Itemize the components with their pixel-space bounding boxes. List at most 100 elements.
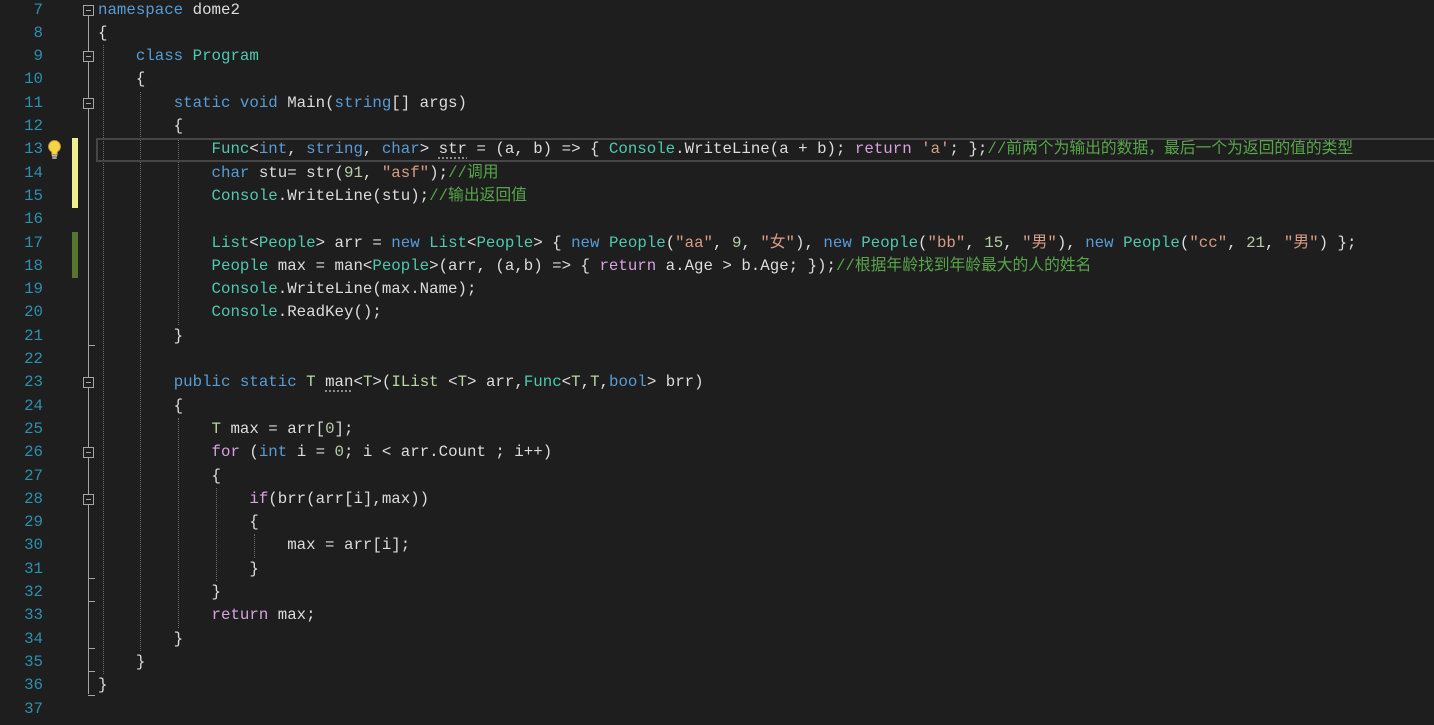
code-line[interactable] — [98, 208, 1434, 231]
code-line[interactable]: } — [98, 581, 1434, 604]
code-text-token: < — [249, 140, 259, 159]
control-keyword-token: return — [854, 140, 912, 159]
code-line[interactable]: T max = arr[0]; — [98, 418, 1434, 441]
keyword-token: namespace — [98, 0, 184, 19]
code-text-token: { — [98, 70, 146, 89]
code-editor[interactable]: 7 8 9 10 11 12 13 14 15 16 17 18 19 20 21 22 23 24 25 26 27 2… — [0, 0, 1434, 725]
type-name-token: List — [429, 233, 467, 252]
code-text-token: , — [1227, 233, 1247, 252]
string-literal-token: "男" — [1022, 233, 1057, 252]
string-literal-token: 'a' — [921, 140, 950, 159]
code-text-token: , — [580, 373, 591, 392]
type-name-token: People — [372, 256, 430, 275]
type-name-token: People — [1123, 233, 1180, 252]
code-line[interactable]: if(brr(arr[i],max)) — [98, 488, 1434, 511]
string-literal-token: "asf" — [381, 163, 430, 182]
type-name-token: Func — [211, 140, 250, 159]
code-text-token: { — [98, 117, 184, 135]
code-text-token: >( — [372, 373, 392, 392]
keyword-token: class — [135, 47, 184, 66]
code-line[interactable]: class Program — [98, 45, 1434, 68]
keyword-token: new — [571, 233, 600, 252]
type-name-token: Console — [211, 280, 278, 299]
code-line[interactable]: Console.WriteLine(stu);//输出返回值 — [98, 185, 1434, 208]
code-line[interactable]: People max = man<People>(arr, (a,b) => {… — [98, 255, 1434, 278]
code-text-token: , — [362, 140, 382, 159]
number-literal-token: 0 — [325, 419, 335, 438]
code-line[interactable] — [98, 348, 1434, 371]
code-area[interactable]: namespace dome2{ class Program { static … — [0, 0, 1434, 725]
code-line[interactable]: } — [98, 325, 1434, 348]
code-line[interactable] — [98, 698, 1434, 721]
code-line[interactable]: } — [98, 558, 1434, 581]
code-line[interactable]: Func<int, string, char> str = (a, b) => … — [98, 138, 1434, 161]
code-text-token: (brr(arr[i],max)) — [268, 489, 430, 508]
type-parameter-token: T — [590, 373, 600, 392]
code-line[interactable]: } — [98, 651, 1434, 674]
keyword-token: int — [258, 140, 288, 159]
code-text-token: ( — [665, 233, 676, 252]
code-text-token: < — [249, 233, 259, 252]
code-line[interactable]: { — [98, 68, 1434, 91]
comment-token: //输出返回值 — [429, 186, 527, 205]
code-text-token: { — [98, 466, 221, 485]
type-parameter-token: T — [571, 373, 581, 392]
code-text-token: , — [1265, 233, 1284, 252]
code-line[interactable]: return max; — [98, 604, 1434, 627]
type-parameter-token: IList — [391, 373, 439, 392]
code-line[interactable]: namespace dome2 — [98, 0, 1434, 22]
code-text-token: , — [1003, 233, 1023, 252]
code-text-token: { — [98, 396, 184, 415]
control-keyword-token: return — [599, 256, 657, 275]
code-text-token: ), — [1056, 233, 1086, 252]
code-line[interactable]: char stu= str(91, "asf");//调用 — [98, 162, 1434, 185]
code-text-token: .WriteLine(a + b); — [675, 140, 855, 159]
code-line[interactable]: List<People> arr = new List<People> { ne… — [98, 232, 1434, 255]
type-parameter-token: T — [457, 373, 468, 392]
keyword-token: string — [334, 93, 392, 112]
code-line[interactable]: { — [98, 115, 1434, 138]
control-keyword-token: for — [211, 443, 240, 462]
code-text-token: .ReadKey(); — [277, 303, 382, 322]
type-name-token: People — [608, 233, 666, 252]
code-line[interactable]: { — [98, 395, 1434, 418]
code-line[interactable]: public static T man<T>(IList <T> arr,Fun… — [98, 371, 1434, 394]
code-text-token: ; }; — [949, 140, 988, 159]
keyword-token: new — [391, 233, 420, 252]
code-line[interactable]: Console.WriteLine(max.Name); — [98, 278, 1434, 301]
code-text-token: >(arr, (a,b) => { — [429, 256, 600, 275]
code-text-token: str — [438, 140, 467, 159]
type-name-token: Program — [192, 47, 259, 66]
code-line[interactable]: Console.ReadKey(); — [98, 301, 1434, 324]
code-line[interactable]: } — [98, 674, 1434, 697]
comment-token: //调用 — [448, 163, 499, 182]
keyword-token: char — [211, 163, 250, 182]
code-line[interactable]: for (int i = 0; i < arr.Count ; i++) — [98, 441, 1434, 464]
code-text-token: > arr, — [467, 373, 524, 392]
code-text-token: , — [713, 233, 732, 252]
code-line[interactable]: } — [98, 628, 1434, 651]
string-literal-token: "bb" — [927, 233, 966, 252]
code-line[interactable]: { — [98, 465, 1434, 488]
code-line[interactable]: static void Main(string[] args) — [98, 92, 1434, 115]
code-line[interactable]: { — [98, 511, 1434, 534]
keyword-token: bool — [609, 373, 647, 392]
string-literal-token: "aa" — [675, 233, 714, 252]
code-line[interactable]: { — [98, 22, 1434, 45]
code-line[interactable]: max = arr[i]; — [98, 534, 1434, 557]
keyword-token: public — [173, 373, 231, 392]
